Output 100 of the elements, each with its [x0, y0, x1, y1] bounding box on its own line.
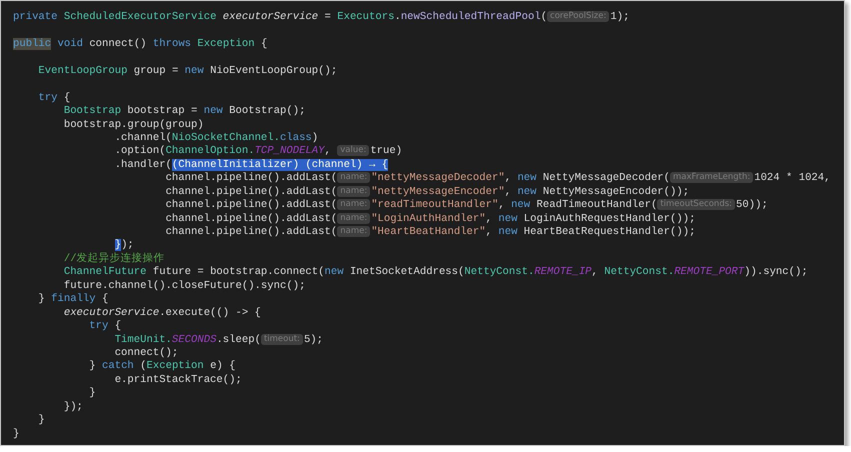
code-text: , — [498, 199, 506, 212]
code-text: channel.pipeline().addLast( — [166, 172, 338, 184]
code-text: )).sync(); — [744, 266, 808, 278]
code-text: future.channel().closeFuture().sync(); — [64, 280, 306, 292]
parameter-hint: name: — [337, 199, 370, 210]
code-text: , — [504, 186, 512, 198]
string-literal: "HeartBeatHandler" — [371, 226, 486, 238]
code-text: = — [324, 11, 332, 23]
code-text: ReadTimeoutHandler( — [536, 199, 658, 212]
code-text: , — [592, 266, 599, 278]
code-text: } — [89, 387, 96, 400]
code-comment: //发起异步连接操作 — [64, 252, 165, 265]
selected-code: } — [114, 239, 122, 252]
parameter-hint: maxFrameLength: — [670, 172, 754, 184]
code-text: 5); — [304, 334, 324, 346]
type-name: NettyConst. — [464, 266, 534, 278]
keyword: new — [517, 172, 538, 184]
code-text: 1); — [610, 11, 630, 23]
type-name: Exception — [197, 38, 256, 50]
constant-name: TCP_NODELAY — [254, 145, 325, 158]
code-text: , — [504, 172, 512, 184]
keyword: new — [498, 226, 518, 238]
code-text: InetSocketAddress( — [350, 266, 464, 278]
type-name: EventLoopGroup — [38, 64, 128, 77]
keyword: new — [324, 266, 345, 278]
code-text: } — [38, 293, 46, 306]
code-text: { — [101, 293, 108, 306]
string-literal: "readTimeoutHandler" — [371, 199, 498, 212]
string-literal: "nettyMessageDecoder" — [371, 172, 505, 184]
highlighted-keyword: public — [13, 38, 52, 50]
keyword: new — [511, 199, 532, 212]
field-name: executorService — [222, 11, 318, 23]
type-name: ChannelFuture — [64, 266, 146, 278]
code-text: , — [486, 226, 493, 238]
parameter-hint: name: — [337, 172, 370, 184]
keyword: try — [38, 92, 58, 104]
code-text: } — [38, 414, 45, 426]
code-text: } — [89, 360, 97, 372]
parameter-hint: timeout: — [260, 334, 303, 344]
type-name: Bootstrap — [64, 105, 122, 118]
constant-name: REMOTE_PORT — [674, 266, 744, 278]
keyword: try — [89, 320, 108, 332]
parameter-hint: timeoutSeconds: — [657, 199, 736, 210]
code-text: 1024 * 1024, — [754, 172, 831, 184]
code-text: ) — [312, 132, 318, 144]
code-text: Bootstrap(); — [229, 105, 306, 118]
keyword: class — [280, 132, 312, 144]
code-text: channel.pipeline().addLast( — [166, 199, 338, 212]
code-text: { — [114, 320, 122, 332]
type-name: NettyConst. — [604, 266, 674, 278]
code-text: group = — [132, 64, 180, 77]
code-text: e.printStackTrace(); — [114, 374, 242, 386]
string-literal: "nettyMessageEncoder" — [371, 186, 505, 198]
code-text: .handler( — [114, 158, 172, 171]
code-text: channel.pipeline().addLast( — [166, 226, 338, 238]
code-text: ( — [540, 11, 548, 23]
keyword: new — [517, 186, 537, 198]
method-name: newScheduledThreadPool — [400, 11, 541, 23]
code-text: bootstrap = — [126, 105, 198, 118]
selected-code: (ChannelInitializer) (channel) → { — [172, 158, 388, 171]
constant-name: REMOTE_IP — [534, 266, 592, 278]
keyword: new — [184, 64, 205, 77]
code-text: ); — [121, 239, 134, 252]
code-text: e) { — [209, 360, 236, 372]
code-text: .execute(() -> { — [159, 306, 261, 319]
keyword: new — [498, 212, 518, 225]
code-text: } — [13, 428, 20, 440]
code-text: NettyMessageDecoder( — [542, 172, 670, 184]
parameter-hint: name: — [337, 186, 370, 197]
string-literal: "LoginAuthHandler" — [371, 212, 486, 225]
parameter-hint: name: — [337, 212, 370, 224]
keyword: throws — [152, 38, 192, 50]
keyword: private — [13, 11, 59, 23]
code-text: , — [324, 145, 332, 158]
code-text: connect() — [89, 38, 148, 50]
code-text: NioEventLoopGroup(); — [210, 64, 338, 77]
type-name: ChannelOption. — [166, 145, 255, 158]
code-text: { — [62, 92, 70, 104]
code-text: ( — [139, 360, 147, 372]
type-name: TimeUnit. — [114, 334, 172, 346]
code-text: NettyMessageEncoder()); — [542, 186, 690, 198]
type-name: Executors — [337, 11, 394, 23]
code-text: .option( — [114, 145, 166, 158]
keyword: finally — [51, 293, 96, 306]
code-text: , — [486, 212, 493, 225]
code-text: .channel( — [114, 132, 172, 144]
code-text: }); — [64, 400, 83, 413]
type-name: ScheduledExecutorService — [64, 11, 218, 23]
field-name: executorService — [64, 306, 160, 319]
code-text: channel.pipeline().addLast( — [166, 186, 338, 198]
code-text: HeartBeatRequestHandler()); — [524, 226, 696, 238]
parameter-hint: name: — [337, 226, 370, 237]
code-text: .sleep( — [216, 334, 261, 346]
keyword: new — [204, 105, 224, 118]
code-text: connect(); — [114, 346, 178, 359]
type-name: Exception — [146, 360, 204, 372]
parameter-hint: value: — [337, 145, 370, 156]
constant-name: SECONDS — [172, 334, 216, 346]
code-text: future = bootstrap.connect( — [152, 266, 325, 278]
parameter-hint: corePoolSize: — [547, 11, 610, 22]
